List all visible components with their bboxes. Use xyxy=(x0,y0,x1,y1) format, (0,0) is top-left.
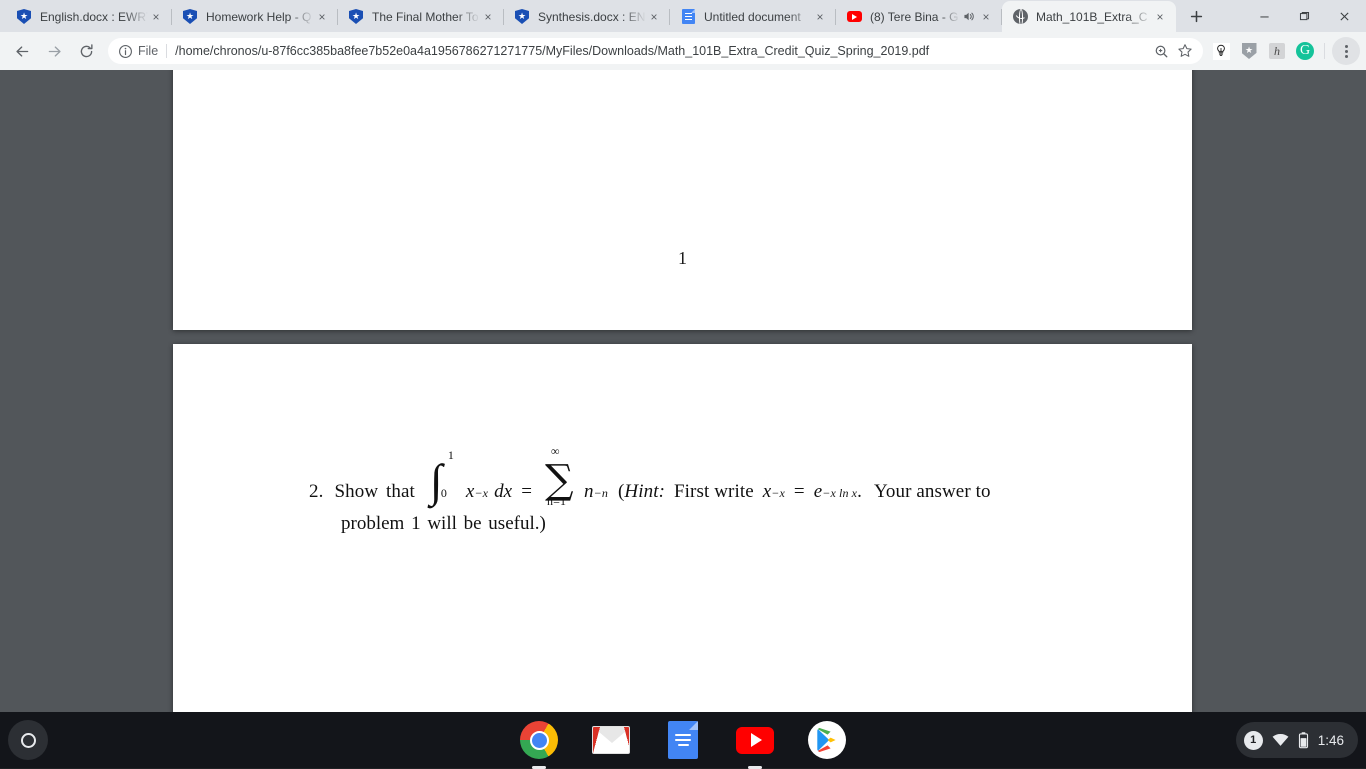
page-info-icon[interactable] xyxy=(116,42,134,60)
italic-h-extension-icon[interactable]: h xyxy=(1266,40,1288,62)
problem-2-line-1: 2. Show that ∫ 1 0 x−x dx = ∑ ∞ n=1 xyxy=(309,478,1069,503)
shelf-item-google-docs[interactable] xyxy=(661,718,705,762)
integrand-exponent: −x xyxy=(474,486,488,501)
shield-icon: ★ xyxy=(182,9,198,25)
tab-close-icon[interactable]: × xyxy=(978,9,994,25)
hint-period: . xyxy=(857,481,862,503)
tab-title: Untitled document xyxy=(704,10,812,24)
hint-x-base: x xyxy=(763,481,772,503)
tab-youtube-tere-bina[interactable]: (8) Tere Bina - G × xyxy=(836,1,1002,32)
sum-lower-limit: n=1 xyxy=(547,494,566,509)
tab-strip: ★ English.docx : EWRT × ★ Homework Help … xyxy=(0,0,1366,32)
pdf-page-1: 1 xyxy=(173,70,1192,330)
tab-final-mother[interactable]: ★ The Final Mother To × xyxy=(338,1,504,32)
pdf-page-2: 2. Show that ∫ 1 0 x−x dx = ∑ ∞ n=1 xyxy=(173,344,1192,712)
hint-text-first-write: First write xyxy=(674,481,754,503)
shield-icon: ★ xyxy=(514,9,530,25)
youtube-icon xyxy=(736,727,774,754)
hint-e-base: e xyxy=(814,481,823,503)
shield-icon: ★ xyxy=(348,9,364,25)
shelf-app-list xyxy=(0,718,1366,762)
new-tab-button[interactable] xyxy=(1182,2,1210,30)
pdf-viewer[interactable]: 1 2. Show that ∫ 1 0 x−x dx = ∑ xyxy=(0,70,1366,712)
tab-audio-speaker-icon[interactable] xyxy=(960,9,976,25)
address-bar[interactable]: File /home/chronos/u-87f6cc385ba8fee7b52… xyxy=(108,38,1203,64)
back-button[interactable] xyxy=(8,37,36,65)
chromeos-shelf: 1 1:46 xyxy=(0,712,1366,768)
page-number: 1 xyxy=(173,248,1192,269)
sum-term-exponent: −n xyxy=(594,486,608,501)
problem-2-line-2: problem 1 will be useful.) xyxy=(341,513,1069,535)
hint-label: Hint: xyxy=(624,481,665,503)
integral-upper-limit: 1 xyxy=(448,448,454,463)
badge-extension-icon[interactable]: ★ xyxy=(1238,40,1260,62)
tab-title: Math_101B_Extra_C xyxy=(1036,10,1152,24)
toolbar-divider xyxy=(1324,43,1325,59)
url-scheme-label: File xyxy=(138,44,167,58)
hint-e-exponent: −x ln x xyxy=(822,486,857,501)
maximize-restore-button[interactable] xyxy=(1284,1,1324,32)
shelf-item-youtube[interactable] xyxy=(733,718,777,762)
forward-button[interactable] xyxy=(40,37,68,65)
bookmark-star-icon[interactable] xyxy=(1173,39,1197,63)
hint-text-your-answer: Your answer to xyxy=(874,481,991,503)
summation-symbol: ∑ ∞ n=1 xyxy=(545,478,581,497)
tab-title: The Final Mother To xyxy=(372,10,480,24)
sum-upper-limit: ∞ xyxy=(551,444,560,459)
tab-close-icon[interactable]: × xyxy=(314,9,330,25)
google-docs-icon xyxy=(680,9,696,25)
hint-equals-sign: = xyxy=(794,481,805,503)
differential: dx xyxy=(494,481,512,503)
tab-english-docx[interactable]: ★ English.docx : EWRT × xyxy=(6,1,172,32)
google-docs-icon xyxy=(668,721,698,759)
globe-icon xyxy=(1012,9,1028,25)
problem-lead-text: Show that xyxy=(334,481,414,503)
shelf-item-gmail[interactable] xyxy=(589,718,633,762)
tab-title: English.docx : EWRT xyxy=(40,10,148,24)
chrome-menu-button[interactable] xyxy=(1332,37,1360,65)
zoom-in-icon[interactable] xyxy=(1149,39,1173,63)
shield-icon: ★ xyxy=(16,9,32,25)
problem-number: 2. xyxy=(309,481,323,503)
integrand-base: x xyxy=(466,481,475,503)
close-window-button[interactable] xyxy=(1324,1,1364,32)
integral-symbol: ∫ 1 0 xyxy=(430,478,464,497)
sum-term-base: n xyxy=(584,481,594,503)
tab-close-icon[interactable]: × xyxy=(1152,9,1168,25)
tab-title: Homework Help - Q xyxy=(206,10,314,24)
browser-toolbar: File /home/chronos/u-87f6cc385ba8fee7b52… xyxy=(0,32,1366,70)
tab-untitled-document[interactable]: Untitled document × xyxy=(670,1,836,32)
omnibox-actions xyxy=(1149,39,1197,63)
tab-synthesis-docx[interactable]: ★ Synthesis.docx : EN × xyxy=(504,1,670,32)
integral-lower-limit: 0 xyxy=(441,486,447,501)
tab-close-icon[interactable]: × xyxy=(812,9,828,25)
tab-title: (8) Tere Bina - G xyxy=(870,10,960,24)
browser-window: ★ English.docx : EWRT × ★ Homework Help … xyxy=(0,0,1366,712)
tab-math-101b-pdf[interactable]: Math_101B_Extra_C × xyxy=(1002,1,1176,32)
shelf-item-chrome[interactable] xyxy=(517,718,561,762)
tab-close-icon[interactable]: × xyxy=(148,9,164,25)
youtube-icon xyxy=(846,9,862,25)
minimize-button[interactable] xyxy=(1244,1,1284,32)
url-text[interactable]: /home/chronos/u-87f6cc385ba8fee7b52e0a4a… xyxy=(175,44,1149,58)
lightbulb-extension-icon[interactable] xyxy=(1210,40,1232,62)
window-controls xyxy=(1244,0,1366,32)
ext-h-label: h xyxy=(1269,43,1285,59)
equals-sign: = xyxy=(521,481,532,503)
hint-x-exponent: −x xyxy=(771,486,785,501)
grammarly-extension-icon[interactable]: G xyxy=(1294,40,1316,62)
gmail-icon xyxy=(592,726,630,754)
problem-2-block: 2. Show that ∫ 1 0 x−x dx = ∑ ∞ n=1 xyxy=(309,478,1069,535)
tab-homework-help[interactable]: ★ Homework Help - Q × xyxy=(172,1,338,32)
chrome-icon xyxy=(520,721,558,759)
play-store-icon xyxy=(808,721,846,759)
tab-title: Synthesis.docx : EN xyxy=(538,10,646,24)
shelf-item-play-store[interactable] xyxy=(805,718,849,762)
ext-g-label: G xyxy=(1296,42,1314,60)
tab-close-icon[interactable]: × xyxy=(480,9,496,25)
reload-button[interactable] xyxy=(72,37,100,65)
tab-close-icon[interactable]: × xyxy=(646,9,662,25)
